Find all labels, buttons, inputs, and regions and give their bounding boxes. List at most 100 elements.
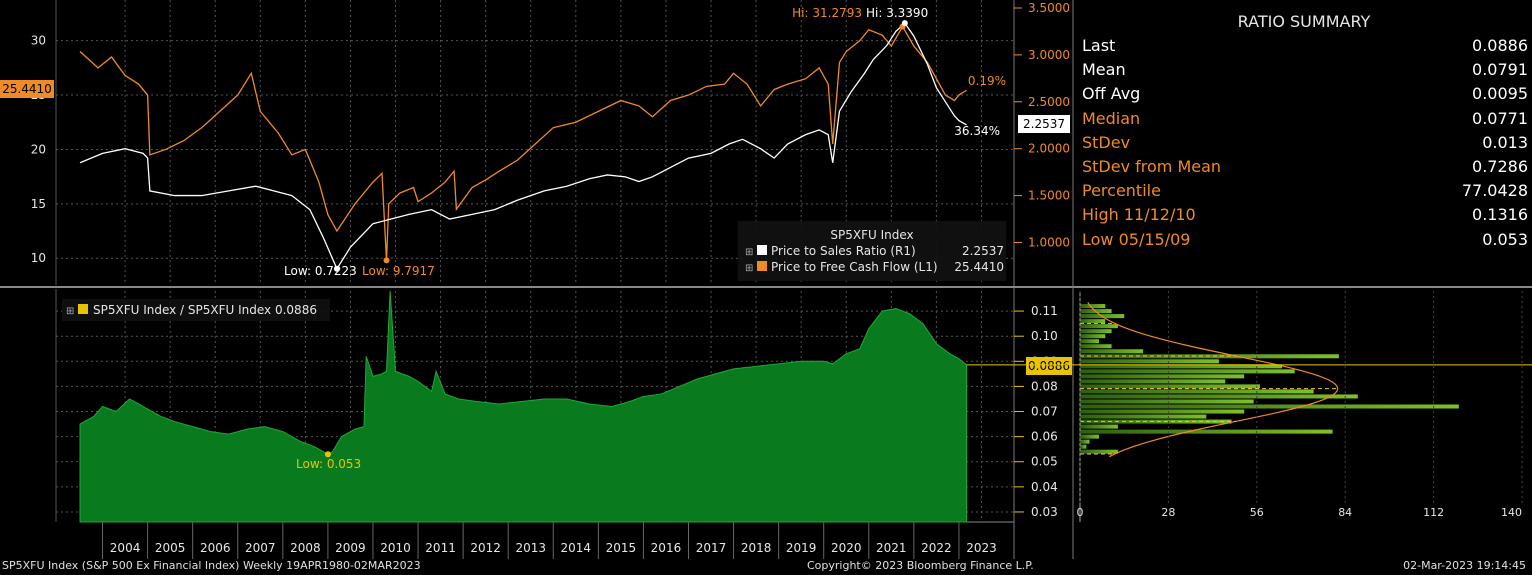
histogram-tick-label-84: 84 [1338,506,1352,519]
low-white-label: Low: 0.7223 [284,264,357,278]
histogram-bar [1080,374,1245,379]
ratio-tick-label-0.07: 0.07 [1031,405,1058,419]
histogram-bar [1080,304,1106,309]
bottom-legend-label: SP5XFU Index / SP5XFU Index 0.0886 [93,303,317,317]
left-tick-label-15: 15 [31,197,46,211]
x-tick-label-2014: 2014 [561,541,592,555]
x-tick-label-2016: 2016 [651,541,682,555]
x-tick-label-2009: 2009 [335,541,366,555]
left-tick-label-30: 30 [31,34,46,48]
pct-orange-label: 0.19% [968,74,1006,88]
histogram-bar [1080,339,1099,344]
legend-value-fcf: 25.4410 [954,260,1004,274]
x-tick-label-2017: 2017 [696,541,727,555]
summary-row: Mean 0.0791 [1082,60,1528,84]
ratio-tick-label-0.10: 0.10 [1031,329,1058,343]
summary-row: StDev 0.013 [1082,133,1528,157]
histogram-tick-label-56: 56 [1250,506,1264,519]
histogram-bar [1080,319,1106,324]
legend-label-fcf: Price to Free Cash Flow (L1) [771,260,938,274]
histogram-bar [1080,444,1087,449]
bottom-legend-expand-icon[interactable]: ⊞ [66,306,74,317]
legend-swatch-sales [757,245,767,255]
x-tick-label-2006: 2006 [200,541,231,555]
histogram-layer [1080,301,1459,458]
summary-row: Last 0.0886 [1082,36,1528,60]
x-tick-label-2020: 2020 [831,541,862,555]
histogram-bar [1080,379,1226,384]
summary-row: Percentile 77.0428 [1082,181,1528,205]
histogram-bar [1080,449,1118,454]
summary-label: Low 05/15/09 [1082,229,1191,249]
summary-value: 0.053 [1482,229,1528,249]
summary-value: 77.0428 [1461,181,1528,201]
summary-row: Low 05/15/09 0.053 [1082,230,1528,254]
right-tick-label-3.0000: 3.0000 [1028,48,1070,62]
low-orange-label: Low: 9.7917 [362,264,435,278]
footer-timestamp: 02-Mar-2023 19:14:45 [1403,559,1526,572]
ratio-axis: 0.030.040.050.060.070.080.090.100.11 [1014,304,1058,519]
histogram-bar [1080,349,1144,354]
histogram-bar [1080,344,1112,349]
histogram-bar [1080,329,1112,334]
histogram-bar [1080,359,1219,364]
x-tick-label-2012: 2012 [470,541,501,555]
left-tick-label-10: 10 [31,251,46,265]
sales-high-marker [901,20,908,27]
footer-bar: SP5XFU Index (S&P 500 Ex Financial Index… [0,559,1532,575]
summary-value: 0.013 [1482,132,1528,152]
right-last-value: 2.2537 [1023,117,1065,131]
ratio-tick-label-0.03: 0.03 [1031,505,1058,519]
histogram-bar [1080,404,1459,409]
summary-value: 0.0886 [1472,36,1528,55]
ratio-summary-panel: RATIO SUMMARY Last 0.0886 Mean 0.0791 Off Av… [1076,0,1532,285]
summary-row: High 11/12/10 0.1316 [1082,205,1528,229]
summary-row: Median 0.0771 [1082,109,1528,133]
histogram-tick-label-0: 0 [1077,506,1084,519]
histogram-bar [1080,439,1090,444]
summary-label: High 11/12/10 [1082,205,1196,225]
ratio-tick-label-0.04: 0.04 [1031,480,1058,494]
histogram-bar [1080,324,1118,329]
x-tick-label-2008: 2008 [290,541,321,555]
summary-value: 0.1316 [1472,205,1528,225]
histogram-bar [1080,334,1106,339]
histogram-bar [1080,429,1333,434]
histogram-bar [1080,414,1207,419]
legend-swatch-fcf [757,261,767,271]
ratio-tick-label-0.06: 0.06 [1031,430,1058,444]
summary-row: StDev from Mean 0.7286 [1082,157,1528,181]
ratio-low-label: Low: 0.053 [296,457,361,471]
histogram-tick-label-112: 112 [1423,506,1444,519]
pct-white-label: 36.34% [954,124,1000,138]
right-tick-label-1.0000: 1.0000 [1028,235,1070,249]
summary-label: StDev [1082,132,1131,152]
legend-value-sales: 2.2537 [962,244,1004,258]
ratio-tick-label-0.11: 0.11 [1031,304,1058,318]
right-tick-label-2.0000: 2.0000 [1028,142,1070,156]
x-axis: 2004 2005 2006 2007 2008 2009 2010 2011 2012 2013… [102,522,997,559]
ratio-last-value: 0.0886 [1028,359,1070,373]
histogram-bar [1080,369,1295,374]
x-tick-label-2018: 2018 [741,541,772,555]
summary-label: Median [1082,108,1141,128]
x-tick-label-2021: 2021 [876,541,907,555]
x-tick-label-2010: 2010 [380,541,411,555]
left-axis: 1015202530 [31,34,46,266]
footer-security: SP5XFU Index (S&P 500 Ex Financial Index… [2,559,421,572]
x-tick-label-2023: 2023 [966,541,997,555]
left-tick-label-20: 20 [31,142,46,156]
summary-label: Mean [1082,60,1126,80]
legend-expand-icon-1[interactable]: ⊞ [745,247,753,258]
sales-low-marker [333,265,340,272]
ratio-area-series [79,290,968,523]
hi-orange-label: Hi: 31.2793 [792,6,862,20]
summary-label: StDev from Mean [1082,157,1222,176]
legend-expand-icon-2[interactable]: ⊞ [745,263,753,274]
summary-label: Last [1082,36,1116,55]
histogram-bar [1080,424,1118,429]
histogram-bar [1080,394,1358,399]
summary-label: Percentile [1082,181,1161,201]
fcf-low-marker [383,257,390,264]
histogram-bar [1080,434,1099,439]
